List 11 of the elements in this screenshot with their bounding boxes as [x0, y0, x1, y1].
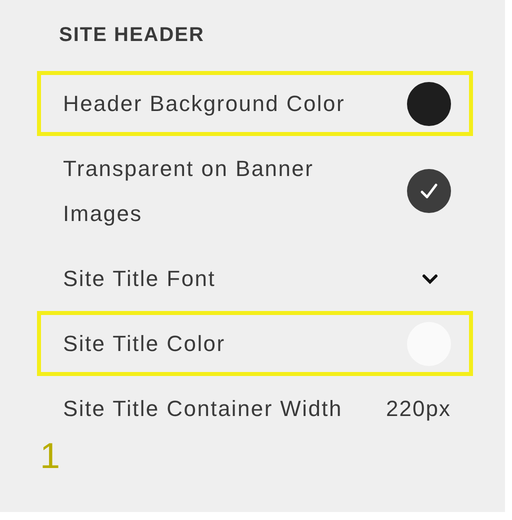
color-swatch[interactable] [407, 82, 451, 126]
checkbox[interactable] [407, 169, 451, 213]
section-title: SITE HEADER [59, 24, 206, 47]
setting-value: 220px [386, 396, 451, 422]
setting-label: Transparent on Banner Images [63, 155, 315, 228]
setting-label: Site Title Font [63, 265, 216, 293]
annotation-number: 1 [40, 438, 60, 474]
setting-label: Header Background Color [63, 90, 345, 118]
setting-label: Site Title Container Width [63, 395, 342, 423]
setting-label: Site Title Color [63, 330, 226, 358]
chevron-down-icon[interactable] [421, 272, 439, 284]
